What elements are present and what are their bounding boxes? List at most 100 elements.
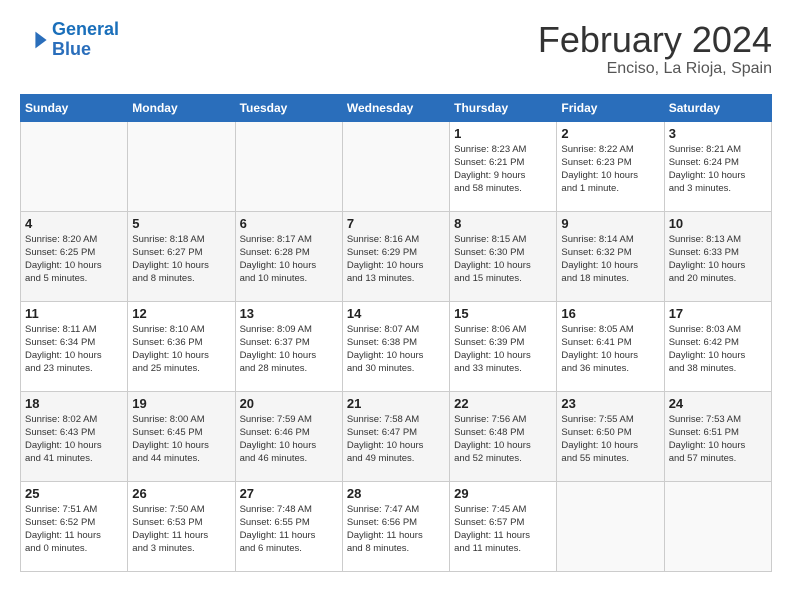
calendar-cell: 18Sunrise: 8:02 AM Sunset: 6:43 PM Dayli… [21, 391, 128, 481]
calendar-cell: 20 Sunrise: 7:59 AM Sunset: 6:46 PM Dayli… [235, 391, 342, 481]
calendar-cell [557, 481, 664, 571]
day-info: Sunrise: 7:55 AM Sunset: 6:50 PM Dayligh… [561, 413, 659, 466]
day-number: 27 [240, 486, 338, 501]
day-number: 7 [347, 216, 445, 231]
day-info: Sunrise: 7:50 AM Sunset: 6:53 PM Dayligh… [132, 503, 230, 556]
day-info: Sunrise: 8:06 AM Sunset: 6:39 PM Dayligh… [454, 323, 552, 376]
day-info: Sunrise: 8:11 AM Sunset: 6:34 PM Dayligh… [25, 323, 123, 376]
day-number: 3 [669, 126, 767, 141]
weekday-header-row: SundayMondayTuesdayWednesdayThursdayFrid… [21, 94, 772, 121]
day-number: 13 [240, 306, 338, 321]
day-info: Sunrise: 7:53 AM Sunset: 6:51 PM Dayligh… [669, 413, 767, 466]
calendar-week-5: 25 Sunrise: 7:51 AM Sunset: 6:52 PM Dayli… [21, 481, 772, 571]
day-number: 1 [454, 126, 552, 141]
day-info: Sunrise: 8:18 AM Sunset: 6:27 PM Dayligh… [132, 233, 230, 286]
day-info: Sunrise: 8:15 AM Sunset: 6:30 PM Dayligh… [454, 233, 552, 286]
weekday-header-thursday: Thursday [450, 94, 557, 121]
calendar-cell: 26Sunrise: 7:50 AM Sunset: 6:53 PM Dayli… [128, 481, 235, 571]
calendar-cell: 7 Sunrise: 8:16 AM Sunset: 6:29 PM Daylig… [342, 211, 449, 301]
calendar-cell [21, 121, 128, 211]
logo-blue: Blue [52, 39, 91, 59]
day-number: 18 [25, 396, 123, 411]
calendar-cell: 8Sunrise: 8:15 AM Sunset: 6:30 PM Daylig… [450, 211, 557, 301]
logo-icon [20, 26, 48, 54]
day-info: Sunrise: 8:00 AM Sunset: 6:45 PM Dayligh… [132, 413, 230, 466]
day-info: Sunrise: 8:09 AM Sunset: 6:37 PM Dayligh… [240, 323, 338, 376]
day-number: 19 [132, 396, 230, 411]
day-info: Sunrise: 7:51 AM Sunset: 6:52 PM Dayligh… [25, 503, 123, 556]
calendar-week-2: 4 Sunrise: 8:20 AM Sunset: 6:25 PM Daylig… [21, 211, 772, 301]
calendar-cell: 21 Sunrise: 7:58 AM Sunset: 6:47 PM Dayli… [342, 391, 449, 481]
month-title: February 2024 [538, 20, 772, 60]
calendar-cell: 5 Sunrise: 8:18 AM Sunset: 6:27 PM Daylig… [128, 211, 235, 301]
location: Enciso, La Rioja, Spain [538, 60, 772, 78]
calendar-cell: 12 Sunrise: 8:10 AM Sunset: 6:36 PM Dayli… [128, 301, 235, 391]
day-number: 4 [25, 216, 123, 231]
calendar-cell: 11 Sunrise: 8:11 AM Sunset: 6:34 PM Dayli… [21, 301, 128, 391]
calendar-cell [664, 481, 771, 571]
day-info: Sunrise: 8:21 AM Sunset: 6:24 PM Dayligh… [669, 143, 767, 196]
calendar-week-3: 11 Sunrise: 8:11 AM Sunset: 6:34 PM Dayli… [21, 301, 772, 391]
day-number: 11 [25, 306, 123, 321]
weekday-header-wednesday: Wednesday [342, 94, 449, 121]
day-number: 5 [132, 216, 230, 231]
day-number: 29 [454, 486, 552, 501]
calendar-cell: 16Sunrise: 8:05 AM Sunset: 6:41 PM Dayli… [557, 301, 664, 391]
day-number: 25 [25, 486, 123, 501]
calendar-cell: 3 Sunrise: 8:21 AM Sunset: 6:24 PM Daylig… [664, 121, 771, 211]
day-info: Sunrise: 8:03 AM Sunset: 6:42 PM Dayligh… [669, 323, 767, 376]
day-number: 2 [561, 126, 659, 141]
day-number: 20 [240, 396, 338, 411]
page-header: General Blue February 2024 Enciso, La Ri… [20, 20, 772, 78]
calendar-cell: 27 Sunrise: 7:48 AM Sunset: 6:55 PM Dayli… [235, 481, 342, 571]
title-block: February 2024 Enciso, La Rioja, Spain [538, 20, 772, 78]
day-number: 21 [347, 396, 445, 411]
calendar-table: SundayMondayTuesdayWednesdayThursdayFrid… [20, 94, 772, 572]
calendar-cell: 14Sunrise: 8:07 AM Sunset: 6:38 PM Dayli… [342, 301, 449, 391]
day-info: Sunrise: 8:13 AM Sunset: 6:33 PM Dayligh… [669, 233, 767, 286]
weekday-header-monday: Monday [128, 94, 235, 121]
day-number: 23 [561, 396, 659, 411]
calendar-cell: 9Sunrise: 8:14 AM Sunset: 6:32 PM Daylig… [557, 211, 664, 301]
day-number: 15 [454, 306, 552, 321]
logo-general: General [52, 19, 119, 39]
calendar-week-1: 1 Sunrise: 8:23 AM Sunset: 6:21 PM Daylig… [21, 121, 772, 211]
calendar-cell: 10Sunrise: 8:13 AM Sunset: 6:33 PM Dayli… [664, 211, 771, 301]
calendar-cell [128, 121, 235, 211]
logo-text: General Blue [52, 20, 119, 60]
calendar-cell: 6 Sunrise: 8:17 AM Sunset: 6:28 PM Daylig… [235, 211, 342, 301]
day-number: 24 [669, 396, 767, 411]
day-info: Sunrise: 7:56 AM Sunset: 6:48 PM Dayligh… [454, 413, 552, 466]
calendar-week-4: 18Sunrise: 8:02 AM Sunset: 6:43 PM Dayli… [21, 391, 772, 481]
day-info: Sunrise: 8:16 AM Sunset: 6:29 PM Dayligh… [347, 233, 445, 286]
day-info: Sunrise: 8:17 AM Sunset: 6:28 PM Dayligh… [240, 233, 338, 286]
calendar-cell: 1 Sunrise: 8:23 AM Sunset: 6:21 PM Daylig… [450, 121, 557, 211]
day-info: Sunrise: 8:05 AM Sunset: 6:41 PM Dayligh… [561, 323, 659, 376]
calendar-cell: 2 Sunrise: 8:22 AM Sunset: 6:23 PM Daylig… [557, 121, 664, 211]
calendar-cell: 24 Sunrise: 7:53 AM Sunset: 6:51 PM Dayli… [664, 391, 771, 481]
day-info: Sunrise: 8:20 AM Sunset: 6:25 PM Dayligh… [25, 233, 123, 286]
weekday-header-tuesday: Tuesday [235, 94, 342, 121]
day-info: Sunrise: 8:10 AM Sunset: 6:36 PM Dayligh… [132, 323, 230, 376]
day-number: 22 [454, 396, 552, 411]
calendar-cell: 17 Sunrise: 8:03 AM Sunset: 6:42 PM Dayli… [664, 301, 771, 391]
day-number: 28 [347, 486, 445, 501]
day-info: Sunrise: 7:58 AM Sunset: 6:47 PM Dayligh… [347, 413, 445, 466]
calendar-cell: 29Sunrise: 7:45 AM Sunset: 6:57 PM Dayli… [450, 481, 557, 571]
day-info: Sunrise: 8:07 AM Sunset: 6:38 PM Dayligh… [347, 323, 445, 376]
day-info: Sunrise: 8:22 AM Sunset: 6:23 PM Dayligh… [561, 143, 659, 196]
day-info: Sunrise: 7:59 AM Sunset: 6:46 PM Dayligh… [240, 413, 338, 466]
calendar-cell: 13 Sunrise: 8:09 AM Sunset: 6:37 PM Dayli… [235, 301, 342, 391]
calendar-cell: 22 Sunrise: 7:56 AM Sunset: 6:48 PM Dayli… [450, 391, 557, 481]
calendar-cell: 25 Sunrise: 7:51 AM Sunset: 6:52 PM Dayli… [21, 481, 128, 571]
day-info: Sunrise: 7:48 AM Sunset: 6:55 PM Dayligh… [240, 503, 338, 556]
day-number: 6 [240, 216, 338, 231]
day-number: 12 [132, 306, 230, 321]
day-info: Sunrise: 8:23 AM Sunset: 6:21 PM Dayligh… [454, 143, 552, 196]
calendar-cell: 15 Sunrise: 8:06 AM Sunset: 6:39 PM Dayli… [450, 301, 557, 391]
calendar-cell [235, 121, 342, 211]
day-number: 17 [669, 306, 767, 321]
weekday-header-friday: Friday [557, 94, 664, 121]
weekday-header-sunday: Sunday [21, 94, 128, 121]
calendar-cell: 19 Sunrise: 8:00 AM Sunset: 6:45 PM Dayli… [128, 391, 235, 481]
